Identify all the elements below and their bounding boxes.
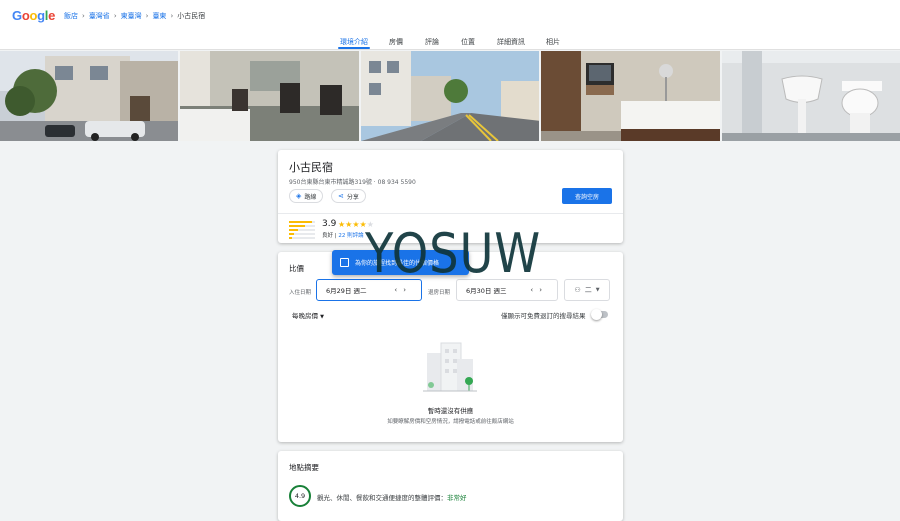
rating-word: 良好 <box>322 233 334 239</box>
breadcrumb-separator: › <box>82 12 85 20</box>
google-logo[interactable]: Google <box>12 8 55 23</box>
photo-street-view[interactable] <box>360 51 540 141</box>
rating-distribution <box>289 221 315 241</box>
rating-bar-fill <box>289 233 295 235</box>
breadcrumb-east-taiwan[interactable]: 東臺灣 <box>121 11 142 21</box>
rating-bar-4 <box>289 225 315 227</box>
breadcrumb-separator: › <box>170 12 174 20</box>
directions-icon: ◈ <box>296 192 302 200</box>
photo-bedroom-chairs[interactable] <box>180 51 359 141</box>
price-section-title: 比價 <box>289 264 304 273</box>
photo-strip <box>0 51 900 141</box>
rating-score: 3.9 <box>322 219 337 229</box>
share-label: 分享 <box>346 193 359 201</box>
location-summary-text: 觀光、休閒、餐飲和交通便捷度的整體評價： <box>317 494 447 502</box>
breadcrumb-separator: › <box>145 12 149 20</box>
photo-bathroom[interactable] <box>721 51 900 141</box>
rating-bar-fill <box>289 225 305 227</box>
no-availability-subtitle: 如要瞭解房價和空房情況，請撥電話或前往飯店網站 <box>387 419 514 425</box>
per-night-price-dropdown[interactable]: 每晚房價 ▼ <box>292 310 324 320</box>
breadcrumb-taitung[interactable]: 臺東 <box>152 11 166 21</box>
calendar-icon <box>340 258 349 267</box>
photo-bedroom-bed[interactable] <box>541 51 720 141</box>
star-icon: ★ <box>352 220 360 229</box>
tab-details[interactable]: 詳細資訊 <box>497 37 525 47</box>
check-availability-button[interactable]: 查詢空房 <box>562 188 612 204</box>
location-score-summary: 觀光、休閒、餐飲和交通便捷度的整體評價：非常好 <box>317 492 467 502</box>
share-button[interactable]: ⋖ 分享 <box>331 189 366 203</box>
card-divider <box>278 213 623 214</box>
review-count-link[interactable]: 22 則評論 <box>338 233 363 239</box>
checkout-date-value: 6月30日 週三 <box>466 287 507 295</box>
location-summary-card: 地點摘要 4.9 觀光、休閒、餐飲和交通便捷度的整體評價：非常好 <box>278 451 623 521</box>
hotel-name: 小古民宿 <box>289 161 333 174</box>
rating-bar-3 <box>289 229 315 231</box>
tab-location[interactable]: 位置 <box>461 37 475 47</box>
checkout-date-arrows[interactable]: ‹› <box>530 286 548 294</box>
hotel-address: 950台東縣台東市精誠路319號 · 08 934 5590 <box>289 179 416 186</box>
tab-photos[interactable]: 相片 <box>546 37 560 47</box>
breadcrumb-current: 小古民宿 <box>177 12 206 20</box>
checkin-label: 入住日期 <box>289 290 312 296</box>
location-score-badge: 4.9 <box>289 485 311 507</box>
rating-bar-fill <box>289 229 299 231</box>
free-cancellation-toggle[interactable] <box>591 309 608 320</box>
per-night-label: 每晚房價 <box>292 312 318 320</box>
checkin-date-value: 6月29日 週二 <box>326 287 367 295</box>
checkout-label: 退房日期 <box>428 290 451 296</box>
toggle-knob <box>591 309 602 320</box>
guests-value: 二 <box>584 286 592 294</box>
hotel-buildings-illustration <box>423 342 477 392</box>
no-availability-title: 暫時還沒有供應 <box>427 407 474 415</box>
rating-bar-fill <box>289 221 313 223</box>
chevron-down-icon: ▼ <box>320 314 324 320</box>
directions-button[interactable]: ◈ 路線 <box>289 189 324 203</box>
breadcrumb-taiwan-province[interactable]: 臺灣省 <box>89 11 110 21</box>
location-verdict: 非常好 <box>447 494 467 502</box>
top-bar: Google 飯店 › 臺灣省 › 東臺灣 › 臺東 › 小古民宿 <box>0 0 900 31</box>
rating-bar-2 <box>289 233 315 235</box>
rating-bar-5 <box>289 221 315 223</box>
free-cancellation-label: 僅顯示可免費退訂的搜尋結果 <box>501 312 586 320</box>
guests-selector[interactable]: ⚇ 二 ▼ <box>564 279 610 301</box>
breadcrumb-hotels[interactable]: 飯店 <box>64 11 78 21</box>
watermark: YOSUW <box>365 222 542 285</box>
rating-bar-fill <box>289 237 292 239</box>
breadcrumb: 飯店 › 臺灣省 › 東臺灣 › 臺東 › 小古民宿 <box>64 11 205 21</box>
share-icon: ⋖ <box>338 192 344 200</box>
directions-label: 路線 <box>304 193 317 201</box>
person-icon: ⚇ <box>574 286 581 294</box>
tab-reviews[interactable]: 評論 <box>425 37 439 47</box>
tab-prices[interactable]: 房價 <box>389 37 403 47</box>
tab-overview[interactable]: 環境介紹 <box>340 37 368 47</box>
checkin-date-arrows[interactable]: ‹› <box>394 286 412 294</box>
breadcrumb-separator: › <box>113 12 117 20</box>
location-section-title: 地點摘要 <box>289 463 319 472</box>
active-tab-indicator <box>338 47 370 49</box>
chevron-down-icon: ▼ <box>595 287 600 293</box>
rating-bar-1 <box>289 237 315 239</box>
rating-summary: 良好 | 22 則評論 <box>322 231 364 239</box>
photo-street-exterior[interactable] <box>0 51 179 141</box>
section-tabs: 環境介紹 房價 評論 位置 詳細資訊 相片 <box>0 31 900 50</box>
